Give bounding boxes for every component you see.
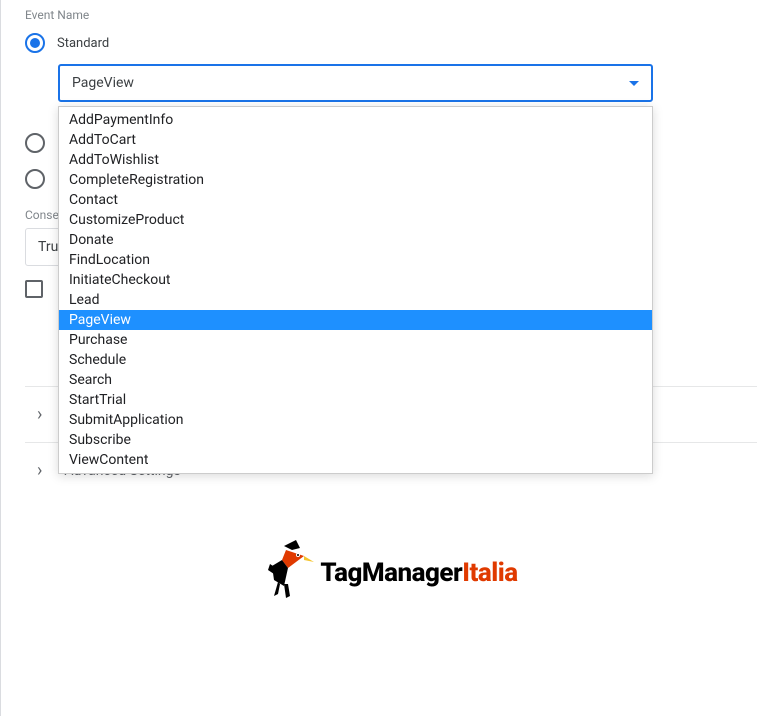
logo-part-1: TagManager [320,558,462,588]
dropdown-option[interactable]: InitiateCheckout [59,270,652,290]
radio-option-3[interactable] [25,169,45,189]
dropdown-option[interactable]: Contact [59,190,652,210]
radio-option-2[interactable] [25,133,45,153]
chevron-right-icon: › [37,406,42,424]
radio-standard-row[interactable]: Standard [25,32,757,54]
dropdown-option[interactable]: FindLocation [59,250,652,270]
dropdown-option[interactable]: AddPaymentInfo [59,110,652,130]
event-name-label: Event Name [25,8,757,22]
dropdown-option[interactable]: AddToCart [59,130,652,150]
chevron-right-icon: › [37,462,42,480]
chevron-down-icon [629,81,639,86]
dropdown-option[interactable]: SubmitApplication [59,410,652,430]
woodpecker-icon [264,538,314,608]
dropdown-option[interactable]: ViewContent [59,450,652,470]
dropdown-option[interactable]: StartTrial [59,390,652,410]
event-name-radio-group: Standard PageView AddPaymentInfoAddToCar… [25,32,757,298]
event-select-value: PageView [72,75,134,91]
radio-standard[interactable] [25,33,45,53]
dropdown-option[interactable]: Donate [59,230,652,250]
dropdown-option[interactable]: Subscribe [59,430,652,450]
logo-text: TagManagerItalia [320,558,517,588]
radio-standard-label: Standard [57,36,109,51]
event-select-dropdown[interactable]: AddPaymentInfoAddToCartAddToWishlistComp… [58,106,653,474]
logo-part-2: Italia [462,558,517,588]
dropdown-option[interactable]: Purchase [59,330,652,350]
dropdown-option[interactable]: Lead [59,290,652,310]
event-select[interactable]: PageView [58,64,653,102]
footer-logo: TagManagerItalia [25,538,757,608]
dropdown-option[interactable]: Schedule [59,350,652,370]
checkbox[interactable] [25,280,43,298]
event-select-wrap: PageView AddPaymentInfoAddToCartAddToWis… [58,64,653,102]
dropdown-option[interactable]: CustomizeProduct [59,210,652,230]
dropdown-option[interactable]: Search [59,370,652,390]
dropdown-option[interactable]: AddToWishlist [59,150,652,170]
dropdown-option[interactable]: CompleteRegistration [59,170,652,190]
dropdown-option[interactable]: PageView [59,310,652,330]
